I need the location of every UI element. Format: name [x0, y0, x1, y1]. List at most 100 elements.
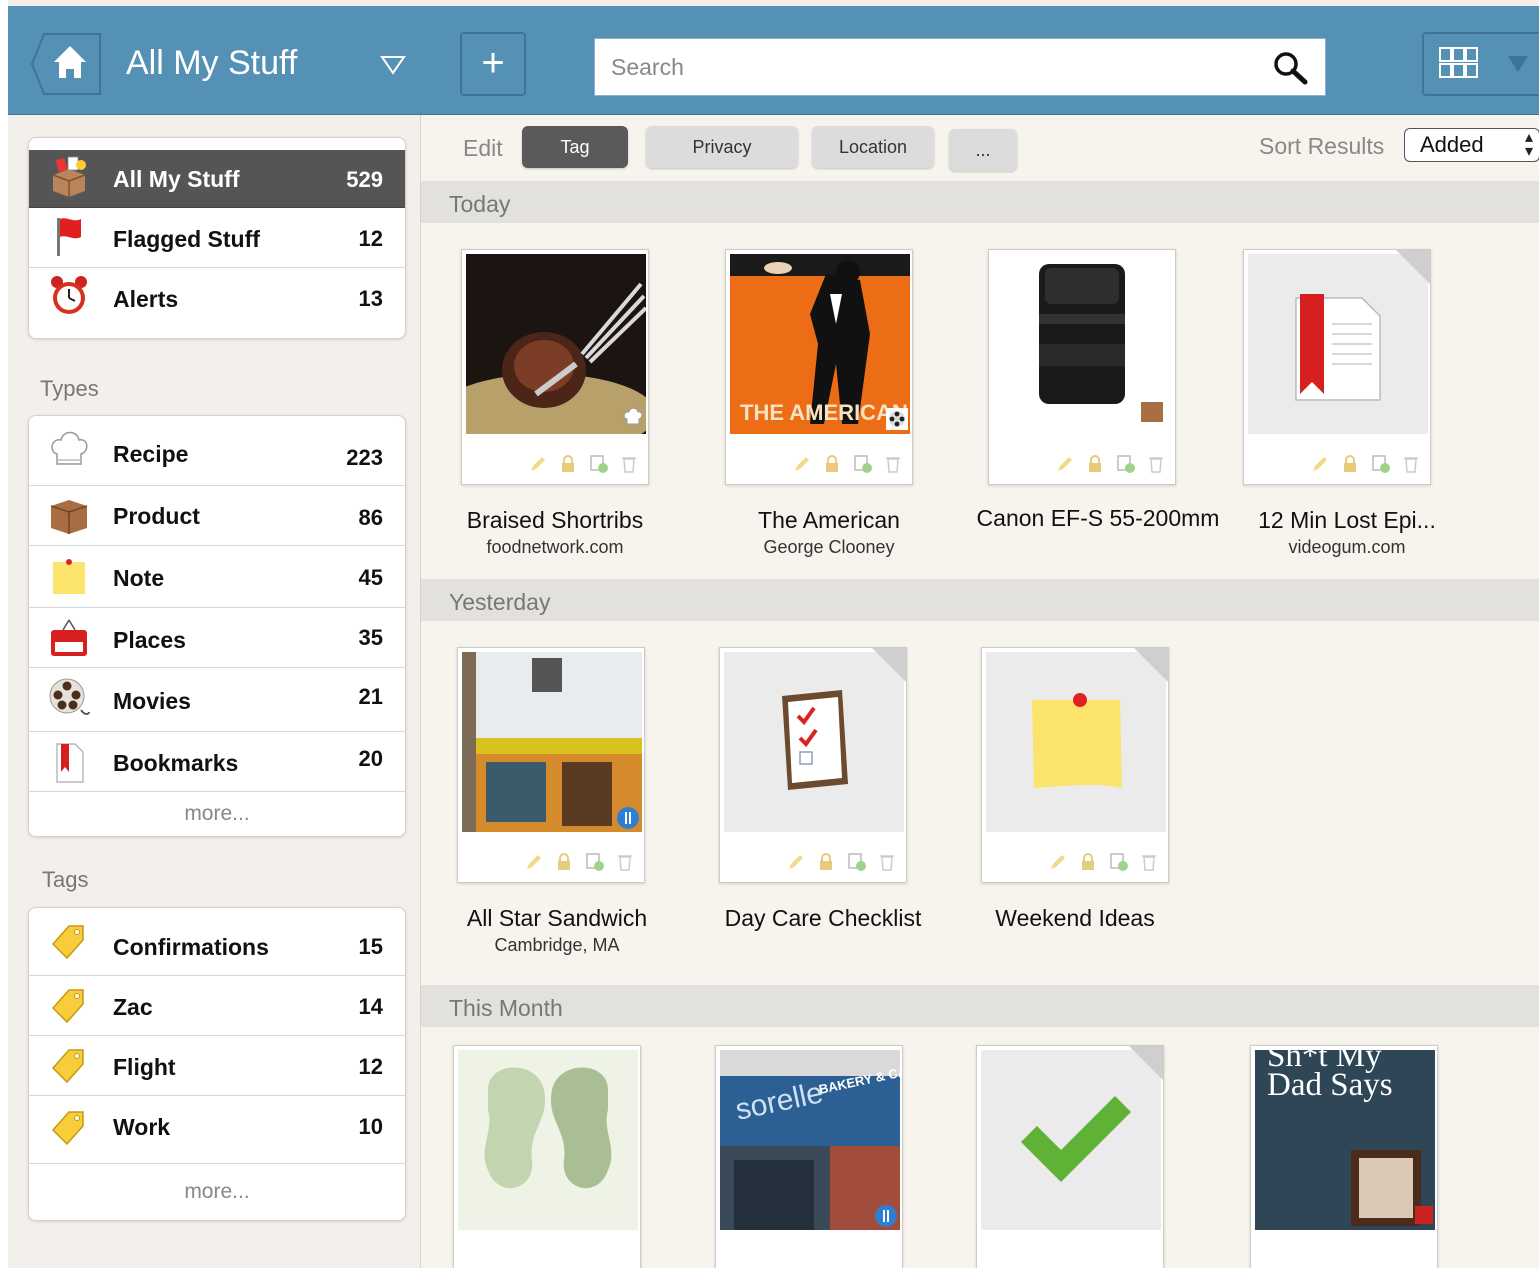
- lock-icon[interactable]: [1078, 852, 1098, 872]
- lock-icon[interactable]: [816, 852, 836, 872]
- location-button[interactable]: Location: [812, 126, 934, 168]
- edit-pencil-icon[interactable]: [786, 852, 806, 872]
- home-button[interactable]: [30, 32, 102, 96]
- home-icon: [30, 33, 101, 95]
- book-title-text: Sh*t My Dad Says: [1267, 1050, 1393, 1103]
- item-thumbnail: THE AMERICAN: [730, 254, 910, 434]
- item-thumbnail: [993, 254, 1173, 434]
- types-heading: Types: [40, 376, 99, 401]
- title-dropdown-button[interactable]: [380, 54, 406, 76]
- sidebar-item-tag-confirmations[interactable]: Confirmations 15: [29, 908, 405, 976]
- sidebar-item-movies[interactable]: Movies 21: [29, 668, 405, 732]
- search-icon[interactable]: [1271, 51, 1311, 85]
- trash-icon[interactable]: [1146, 454, 1166, 474]
- sidebar-item-bookmarks[interactable]: Bookmarks 20: [29, 732, 405, 792]
- flag-icon: [57, 218, 81, 256]
- add-to-collection-icon[interactable]: [589, 454, 609, 474]
- trash-icon[interactable]: [877, 852, 897, 872]
- sidebar: All My Stuff 529 Flagged Stuff 12 Alerts…: [8, 115, 421, 1268]
- add-to-collection-icon[interactable]: [1116, 454, 1136, 474]
- add-to-collection-icon[interactable]: [1109, 852, 1129, 872]
- edit-pencil-icon[interactable]: [524, 852, 544, 872]
- sidebar-item-tag-zac[interactable]: Zac 14: [29, 976, 405, 1036]
- item-title[interactable]: 12 Min Lost Epi...: [1217, 507, 1477, 533]
- item-thumbnail: Sh*t My Dad Says: [1255, 1050, 1435, 1230]
- private-corner: [1134, 648, 1168, 682]
- lock-icon[interactable]: [554, 852, 574, 872]
- edit-pencil-icon[interactable]: [792, 454, 812, 474]
- sidebar-item-count: 10: [358, 1114, 383, 1139]
- item-card[interactable]: [461, 249, 649, 485]
- item-card[interactable]: Sh*t My Dad Says: [1250, 1045, 1438, 1268]
- sidebar-item-label: Zac: [113, 994, 153, 1020]
- item-title[interactable]: Weekend Ideas: [945, 905, 1205, 931]
- sidebar-item-count: 529: [346, 167, 383, 192]
- item-card[interactable]: [1243, 249, 1431, 485]
- add-to-collection-icon[interactable]: [585, 852, 605, 872]
- sidebar-item-label: Alerts: [113, 286, 179, 312]
- trash-icon[interactable]: [1139, 852, 1159, 872]
- more-actions-button[interactable]: ...: [949, 129, 1017, 171]
- item-actions: [792, 454, 910, 476]
- trash-icon[interactable]: [1401, 454, 1421, 474]
- sort-select-value: Added: [1420, 132, 1484, 157]
- sidebar-item-count: 15: [358, 934, 383, 959]
- item-title[interactable]: Day Care Checklist: [693, 905, 953, 931]
- edit-pencil-icon[interactable]: [1048, 852, 1068, 872]
- sidebar-item-places[interactable]: Places 35: [29, 608, 405, 668]
- search-input[interactable]: [595, 39, 1245, 95]
- sidebar-item-note[interactable]: Note 45: [29, 546, 405, 608]
- search-box: [594, 38, 1326, 96]
- lock-icon[interactable]: [558, 454, 578, 474]
- sidebar-item-tag-work[interactable]: Work 10: [29, 1096, 405, 1164]
- sidebar-item-count: 12: [358, 226, 383, 251]
- lock-icon[interactable]: [822, 454, 842, 474]
- tag-button[interactable]: Tag: [522, 126, 628, 168]
- item-card[interactable]: [988, 249, 1176, 485]
- trash-icon[interactable]: [619, 454, 639, 474]
- item-actions: [1055, 454, 1173, 476]
- sort-select[interactable]: Added ▴ ▾: [1404, 128, 1539, 162]
- edit-pencil-icon[interactable]: [528, 454, 548, 474]
- trash-icon[interactable]: [615, 852, 635, 872]
- item-subtitle: George Clooney: [763, 537, 895, 557]
- item-title[interactable]: Braised Shortribs: [425, 507, 685, 533]
- sidebar-item-label: Places: [113, 627, 186, 653]
- add-to-collection-icon[interactable]: [847, 852, 867, 872]
- item-card[interactable]: [453, 1045, 641, 1268]
- privacy-button[interactable]: Privacy: [646, 126, 798, 168]
- edit-pencil-icon[interactable]: [1310, 454, 1330, 474]
- sidebar-item-count: 45: [358, 565, 383, 590]
- sidebar-item-flagged-stuff[interactable]: Flagged Stuff 12: [29, 208, 405, 268]
- sidebar-item-alerts[interactable]: Alerts 13: [29, 268, 405, 328]
- group-label: This Month: [449, 995, 563, 1021]
- item-card[interactable]: [981, 647, 1169, 883]
- group-header-this-month: This Month: [421, 985, 1539, 1027]
- add-to-collection-icon[interactable]: [1371, 454, 1391, 474]
- item-card[interactable]: [457, 647, 645, 883]
- chevron-down-icon: [380, 56, 406, 75]
- item-thumbnail: sorelle BAKERY & CAFE: [720, 1050, 900, 1230]
- item-card[interactable]: [976, 1045, 1164, 1268]
- view-mode-button[interactable]: [1422, 32, 1539, 96]
- trash-icon[interactable]: [883, 454, 903, 474]
- sidebar-item-tag-flight[interactable]: Flight 12: [29, 1036, 405, 1096]
- lock-icon[interactable]: [1340, 454, 1360, 474]
- item-title[interactable]: The American: [699, 507, 959, 533]
- item-card[interactable]: [719, 647, 907, 883]
- item-card[interactable]: sorelle BAKERY & CAFE: [715, 1045, 903, 1268]
- item-title[interactable]: All Star Sandwich: [427, 905, 687, 931]
- item-card[interactable]: THE AMERICAN: [725, 249, 913, 485]
- sidebar-item-product[interactable]: Product 86: [29, 486, 405, 546]
- item-thumbnail: [458, 1050, 638, 1230]
- sidebar-item-all-my-stuff[interactable]: All My Stuff 529: [29, 150, 405, 208]
- sidebar-item-recipe[interactable]: Recipe 223: [29, 416, 405, 486]
- edit-pencil-icon[interactable]: [1055, 454, 1075, 474]
- lock-icon[interactable]: [1085, 454, 1105, 474]
- tags-more-link[interactable]: more...: [29, 1180, 405, 1204]
- add-to-collection-icon[interactable]: [853, 454, 873, 474]
- add-button[interactable]: +: [460, 32, 526, 96]
- item-title[interactable]: Canon EF-S 55-200mm: [968, 505, 1228, 531]
- types-more-link[interactable]: more...: [29, 802, 405, 826]
- sidebar-item-label: Note: [113, 565, 165, 591]
